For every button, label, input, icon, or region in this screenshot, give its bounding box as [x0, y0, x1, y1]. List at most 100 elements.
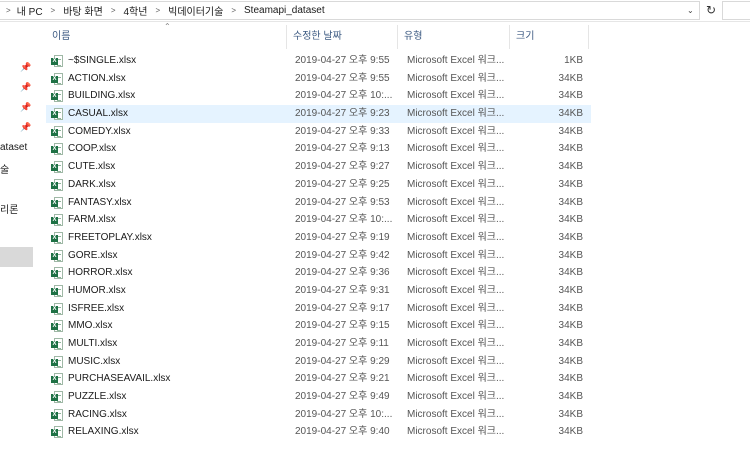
file-type: Microsoft Excel 워크... — [407, 267, 505, 279]
pin-icon[interactable]: 📌 — [20, 82, 31, 93]
navigation-pane: 📌 📌 📌 📌 ataset 술 리론 — [0, 22, 36, 450]
file-row[interactable]: X RACING.xlsx 2019-04-27 오후 10:... Microsof… — [46, 406, 591, 424]
column-header-date[interactable]: 수정한 날짜 — [287, 25, 398, 49]
file-modified-date: 2019-04-27 오후 9:33 — [295, 125, 390, 137]
file-size: 34KB — [558, 143, 583, 155]
file-size: 34KB — [558, 338, 583, 349]
file-row[interactable]: X FARM.xlsx 2019-04-27 오후 10:... Microsoft … — [46, 211, 591, 229]
file-size: 34KB — [558, 284, 583, 296]
excel-file-icon: X — [51, 249, 63, 262]
column-header-size[interactable]: 크기 — [510, 25, 589, 49]
file-row[interactable]: X PUZZLE.xlsx 2019-04-27 오후 9:49 Microsoft … — [46, 388, 591, 406]
excel-file-icon: X — [51, 161, 63, 174]
file-row[interactable]: X FREETOPLAY.xlsx 2019-04-27 오후 9:19 Micros… — [46, 229, 591, 247]
column-header-type[interactable]: 유형 — [398, 25, 510, 49]
breadcrumb-item-bigdata[interactable]: 빅데이터기술 — [166, 3, 225, 18]
chevron-right-icon[interactable]: > — [45, 6, 62, 15]
file-row[interactable]: X RELAXING.xlsx 2019-04-27 오후 9:40 Microsof… — [46, 423, 591, 441]
file-name: HORROR.xlsx — [68, 267, 133, 279]
nav-item-tech[interactable]: 술 — [0, 161, 9, 176]
file-row[interactable]: X BUILDING.xlsx 2019-04-27 오후 10:... Micros… — [46, 87, 591, 105]
file-modified-date: 2019-04-27 오후 9:11 — [295, 338, 389, 349]
file-type: Microsoft Excel 워크... — [407, 355, 505, 367]
refresh-icon[interactable]: ↻ — [703, 2, 719, 19]
file-row[interactable]: X CASUAL.xlsx 2019-04-27 오후 9:23 Microsoft … — [46, 105, 591, 123]
breadcrumb-item-grade[interactable]: 4학년 — [121, 3, 149, 18]
excel-file-icon: X — [51, 72, 63, 85]
file-modified-date: 2019-04-27 오후 9:29 — [295, 355, 390, 367]
breadcrumb-item-this-pc[interactable]: 내 PC — [15, 3, 45, 18]
pin-icon[interactable]: 📌 — [20, 102, 31, 113]
pin-icon[interactable]: 📌 — [20, 62, 31, 73]
file-name: CASUAL.xlsx — [68, 108, 129, 120]
file-modified-date: 2019-04-27 오후 10:... — [295, 90, 393, 102]
file-name: PURCHASEAVAIL.xlsx — [68, 373, 171, 385]
file-row[interactable]: X ACTION.xlsx 2019-04-27 오후 9:55 Microsoft … — [46, 70, 591, 88]
excel-file-icon: X — [51, 214, 63, 227]
file-modified-date: 2019-04-27 오후 9:21 — [295, 373, 390, 385]
file-modified-date: 2019-04-27 오후 10:... — [295, 214, 393, 226]
file-size: 34KB — [558, 408, 583, 420]
file-size: 34KB — [558, 125, 583, 137]
file-size: 34KB — [558, 90, 583, 102]
file-row[interactable]: X FANTASY.xlsx 2019-04-27 오후 9:53 Microsoft… — [46, 194, 591, 212]
file-modified-date: 2019-04-27 오후 9:25 — [295, 178, 390, 190]
file-row[interactable]: X COMEDY.xlsx 2019-04-27 오후 9:33 Microsoft … — [46, 123, 591, 141]
file-type: Microsoft Excel 워크... — [407, 426, 505, 438]
excel-file-icon: X — [51, 373, 63, 386]
file-size: 34KB — [558, 320, 583, 332]
chevron-down-icon[interactable]: ⌄ — [687, 6, 694, 15]
pin-icon[interactable]: 📌 — [20, 122, 31, 133]
address-bar: > 내 PC > 바탕 화면 > 4학년 > 빅데이터기술 > Steamapi… — [0, 0, 750, 22]
search-input[interactable] — [722, 1, 750, 20]
breadcrumb-item-desktop[interactable]: 바탕 화면 — [61, 3, 105, 18]
file-name: FARM.xlsx — [68, 214, 116, 226]
file-type: Microsoft Excel 워크... — [407, 161, 505, 173]
file-row[interactable]: X ISFREE.xlsx 2019-04-27 오후 9:17 Microsoft … — [46, 300, 591, 318]
nav-item-selected[interactable] — [0, 247, 33, 267]
file-modified-date: 2019-04-27 오후 9:23 — [295, 108, 390, 120]
file-row[interactable]: X COOP.xlsx 2019-04-27 오후 9:13 Microsoft Ex… — [46, 140, 591, 158]
file-modified-date: 2019-04-27 오후 9:31 — [295, 284, 390, 296]
excel-file-icon: X — [51, 267, 63, 280]
chevron-right-icon[interactable]: > — [149, 6, 166, 15]
file-type: Microsoft Excel 워크... — [407, 108, 505, 120]
file-row[interactable]: X PURCHASEAVAIL.xlsx 2019-04-27 오후 9:21 Mic… — [46, 370, 591, 388]
nav-item-theory[interactable]: 리론 — [0, 201, 18, 216]
file-name: FREETOPLAY.xlsx — [68, 231, 152, 243]
file-modified-date: 2019-04-27 오후 9:19 — [295, 231, 390, 243]
nav-item-dataset[interactable]: ataset — [0, 142, 27, 153]
excel-file-icon: X — [51, 90, 63, 103]
file-size: 34KB — [558, 355, 583, 367]
file-modified-date: 2019-04-27 오후 9:49 — [295, 391, 390, 403]
column-header-name[interactable]: 이름 — [46, 25, 287, 49]
chevron-right-icon[interactable]: > — [105, 6, 122, 15]
excel-file-icon: X — [51, 231, 63, 244]
file-size: 34KB — [558, 178, 583, 190]
file-size: 34KB — [558, 249, 583, 261]
breadcrumb-item-dataset[interactable]: Steamapi_dataset — [242, 5, 327, 16]
file-row[interactable]: X GORE.xlsx 2019-04-27 오후 9:42 Microsoft Ex… — [46, 247, 591, 265]
excel-file-icon: X — [51, 196, 63, 209]
excel-file-icon: X — [51, 391, 63, 404]
breadcrumb[interactable]: > 내 PC > 바탕 화면 > 4학년 > 빅데이터기술 > Steamapi… — [0, 1, 700, 20]
file-row[interactable]: X MMO.xlsx 2019-04-27 오후 9:15 Microsoft Exc… — [46, 317, 591, 335]
file-type: Microsoft Excel 워크... — [407, 214, 505, 226]
file-modified-date: 2019-04-27 오후 9:17 — [295, 302, 390, 314]
file-row[interactable]: X ~$SINGLE.xlsx 2019-04-27 오후 9:55 Microsof… — [46, 52, 591, 70]
file-modified-date: 2019-04-27 오후 9:27 — [295, 161, 390, 173]
file-row[interactable]: X DARK.xlsx 2019-04-27 오후 9:25 Microsoft Ex… — [46, 176, 591, 194]
chevron-right-icon[interactable]: > — [225, 6, 242, 15]
file-row[interactable]: X HUMOR.xlsx 2019-04-27 오후 9:31 Microsoft E… — [46, 282, 591, 300]
file-name: DARK.xlsx — [68, 178, 116, 190]
chevron-right-icon[interactable]: > — [4, 6, 15, 15]
file-type: Microsoft Excel 워크... — [407, 231, 505, 243]
file-modified-date: 2019-04-27 오후 9:15 — [295, 320, 390, 332]
file-row[interactable]: X HORROR.xlsx 2019-04-27 오후 9:36 Microsoft … — [46, 264, 591, 282]
file-row[interactable]: X CUTE.xlsx 2019-04-27 오후 9:27 Microsoft Ex… — [46, 158, 591, 176]
file-name: ~$SINGLE.xlsx — [68, 55, 137, 66]
excel-file-icon: X — [51, 125, 63, 138]
file-row[interactable]: X MULTI.xlsx 2019-04-27 오후 9:11 Microsoft E… — [46, 335, 591, 353]
file-name: ISFREE.xlsx — [68, 302, 125, 314]
file-row[interactable]: X MUSIC.xlsx 2019-04-27 오후 9:29 Microsoft E… — [46, 353, 591, 371]
